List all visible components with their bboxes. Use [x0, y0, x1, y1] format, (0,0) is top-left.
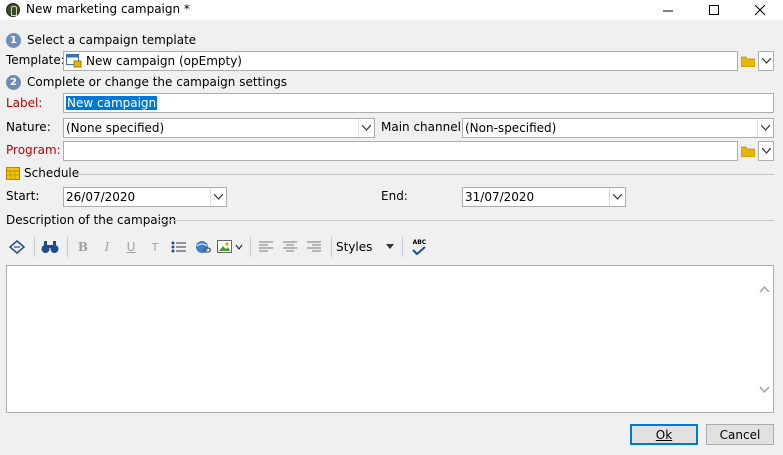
window-title: New marketing campaign *	[26, 2, 190, 16]
align-right-button[interactable]	[303, 236, 325, 258]
folder-icon	[741, 56, 755, 67]
template-label: Template:	[6, 53, 65, 67]
insert-image-button[interactable]	[216, 236, 244, 258]
folder-icon	[741, 146, 755, 157]
cancel-button[interactable]: Cancel	[706, 424, 774, 445]
start-date-dropdown-button[interactable]	[210, 188, 226, 206]
editor-scrollbar[interactable]	[756, 266, 773, 412]
spell-check-button[interactable]: ABC	[407, 236, 431, 258]
ok-button-label: Ok	[655, 427, 673, 442]
step-2-label: Complete or change the campaign settings	[27, 75, 288, 89]
start-date-value: 26/07/2020	[66, 190, 136, 204]
step-1-badge: 1	[6, 32, 21, 48]
align-left-button[interactable]	[255, 236, 277, 258]
minimize-button[interactable]	[645, 0, 691, 20]
minimize-icon	[663, 10, 673, 12]
program-dropdown-button[interactable]	[758, 141, 774, 161]
align-left-icon	[259, 241, 273, 252]
template-dropdown-button[interactable]	[758, 51, 774, 71]
maximize-icon	[709, 5, 719, 15]
label-input-value: New campaign	[66, 96, 158, 110]
end-label: End:	[381, 189, 408, 203]
close-button[interactable]	[737, 0, 783, 20]
toolbar-separator	[250, 237, 251, 257]
campaign-template-icon	[66, 54, 82, 68]
step-1-label: Select a campaign template	[27, 33, 197, 47]
chevron-down-icon	[386, 244, 395, 249]
underline-button[interactable]: U	[120, 236, 142, 258]
template-field[interactable]: New campaign (opEmpty)	[63, 51, 738, 71]
step-2-badge: 2	[6, 74, 21, 90]
bullet-list-icon	[171, 241, 186, 253]
chevron-down-icon	[761, 148, 771, 154]
dialog-body: 1 Select a campaign template Template: N…	[0, 20, 783, 455]
bold-button[interactable]: B	[72, 236, 94, 258]
styles-dropdown[interactable]: Styles	[336, 236, 396, 258]
description-label: Description of the campaign	[6, 213, 177, 227]
description-editor[interactable]	[6, 265, 774, 413]
main-channel-label: Main channel:	[381, 120, 465, 134]
align-right-icon	[307, 241, 321, 252]
calendar-icon	[6, 167, 20, 180]
nature-label: Nature:	[6, 120, 51, 134]
toolbar-separator	[67, 237, 68, 257]
clear-format-button[interactable]: T	[144, 236, 166, 258]
editor-toolbar: B I U T Styles ABC	[6, 234, 774, 260]
main-channel-select[interactable]: (Non-specified)	[462, 118, 774, 138]
schedule-label: Schedule	[24, 166, 80, 180]
end-date-value: 31/07/2020	[465, 190, 535, 204]
toolbar-separator	[34, 237, 35, 257]
end-date-field[interactable]: 31/07/2020	[462, 187, 626, 207]
label-field-label: Label:	[6, 96, 43, 110]
italic-button[interactable]: I	[96, 236, 118, 258]
program-field[interactable]	[63, 141, 738, 161]
maximize-button[interactable]	[691, 0, 737, 20]
styles-label: Styles	[336, 240, 373, 254]
toolbar-separator	[331, 237, 332, 257]
close-icon	[755, 5, 765, 15]
image-icon	[217, 240, 243, 253]
source-view-button[interactable]	[6, 236, 28, 258]
scroll-up-icon[interactable]	[756, 284, 773, 296]
schedule-divider	[76, 174, 774, 175]
schedule-header: Schedule	[6, 166, 79, 180]
align-center-button[interactable]	[279, 236, 301, 258]
nature-value: (None specified)	[66, 121, 165, 135]
step-2-header: 2 Complete or change the campaign settin…	[6, 74, 287, 90]
template-value: New campaign (opEmpty)	[86, 54, 242, 68]
toolbar-separator	[402, 237, 404, 257]
chevron-down-icon	[214, 194, 223, 200]
bullet-list-button[interactable]	[168, 236, 190, 258]
ok-button[interactable]: Ok	[630, 424, 698, 445]
web-link-icon	[196, 241, 211, 253]
chevron-down-icon	[761, 58, 771, 64]
step-1-header: 1 Select a campaign template	[6, 32, 196, 48]
scroll-down-icon[interactable]	[756, 384, 773, 396]
main-channel-dropdown-button[interactable]	[757, 119, 773, 137]
start-label: Start:	[6, 189, 40, 203]
align-center-icon	[283, 241, 297, 252]
chevron-down-icon	[362, 125, 371, 131]
nature-dropdown-button[interactable]	[358, 119, 374, 137]
chevron-down-icon	[613, 194, 622, 200]
title-bar: New marketing campaign *	[0, 0, 783, 20]
main-channel-value: (Non-specified)	[465, 121, 557, 135]
find-button[interactable]	[39, 236, 61, 258]
program-browse-button[interactable]	[739, 141, 757, 161]
template-browse-button[interactable]	[739, 51, 757, 71]
description-divider	[157, 220, 774, 221]
end-date-dropdown-button[interactable]	[609, 188, 625, 206]
source-code-icon	[9, 240, 25, 254]
start-date-field[interactable]: 26/07/2020	[63, 187, 227, 207]
spell-check-abc: ABC	[412, 239, 427, 246]
binoculars-icon	[41, 241, 59, 253]
label-input[interactable]: New campaign	[63, 93, 774, 113]
chevron-down-icon	[761, 125, 770, 131]
app-logo-icon	[6, 3, 20, 17]
checkmark-icon	[412, 246, 427, 255]
program-label: Program:	[6, 143, 61, 157]
nature-select[interactable]: (None specified)	[63, 118, 375, 138]
cancel-button-label: Cancel	[719, 427, 761, 442]
insert-link-button[interactable]	[192, 236, 214, 258]
